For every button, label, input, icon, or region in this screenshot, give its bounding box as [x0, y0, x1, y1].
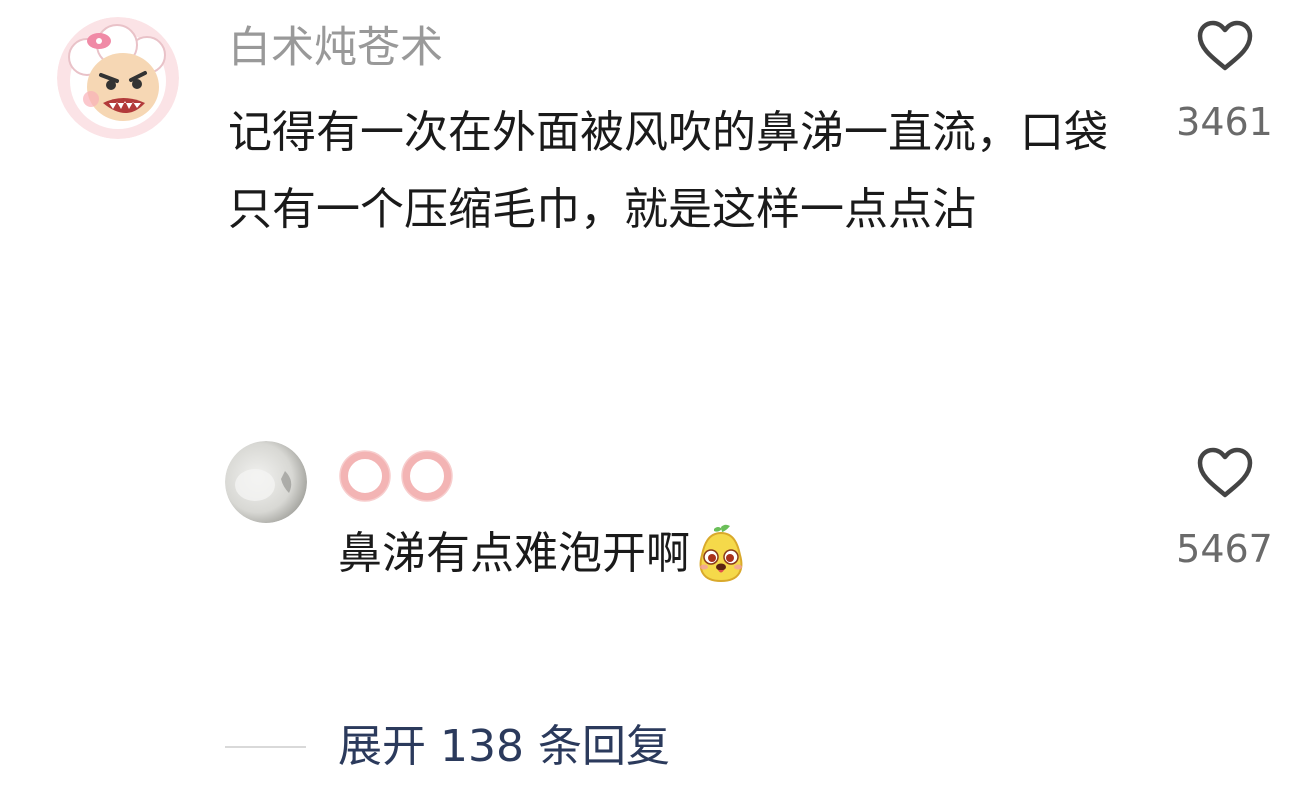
comment-text[interactable]: 记得有一次在外面被风吹的鼻涕一直流，口袋只有一个压缩毛巾，就是这样一点点沾: [228, 94, 1128, 248]
comment-username[interactable]: 白术炖苍术: [228, 20, 443, 76]
comment-like-button[interactable]: 3461: [1172, 20, 1277, 144]
reply-like-count: 5467: [1176, 527, 1273, 571]
user-avatar[interactable]: [57, 17, 179, 139]
reply-user-avatar[interactable]: [225, 441, 307, 523]
white-cat-avatar-icon: [225, 441, 307, 523]
expand-replies-link[interactable]: 展开 138 条回复: [338, 718, 670, 776]
reply-like-button[interactable]: 5467: [1172, 447, 1277, 571]
heart-icon[interactable]: [1196, 447, 1254, 499]
heart-icon[interactable]: [1196, 20, 1254, 72]
reply-text[interactable]: 鼻涕有点难泡开啊: [338, 522, 750, 586]
pink-ring-icon: [339, 450, 391, 502]
reply-username[interactable]: [338, 449, 454, 503]
smiling-pear-emoji-icon: [699, 524, 743, 583]
comment-like-count: 3461: [1176, 100, 1273, 144]
cartoon-sheep-avatar-icon: [57, 17, 179, 139]
pink-ring-icon: [401, 450, 453, 502]
comment-thread: 白术炖苍术 记得有一次在外面被风吹的鼻涕一直流，口袋只有一个压缩毛巾，就是这样一…: [0, 0, 1307, 793]
expand-divider: [225, 746, 306, 748]
reply-text-content: 鼻涕有点难泡开啊: [338, 528, 690, 579]
